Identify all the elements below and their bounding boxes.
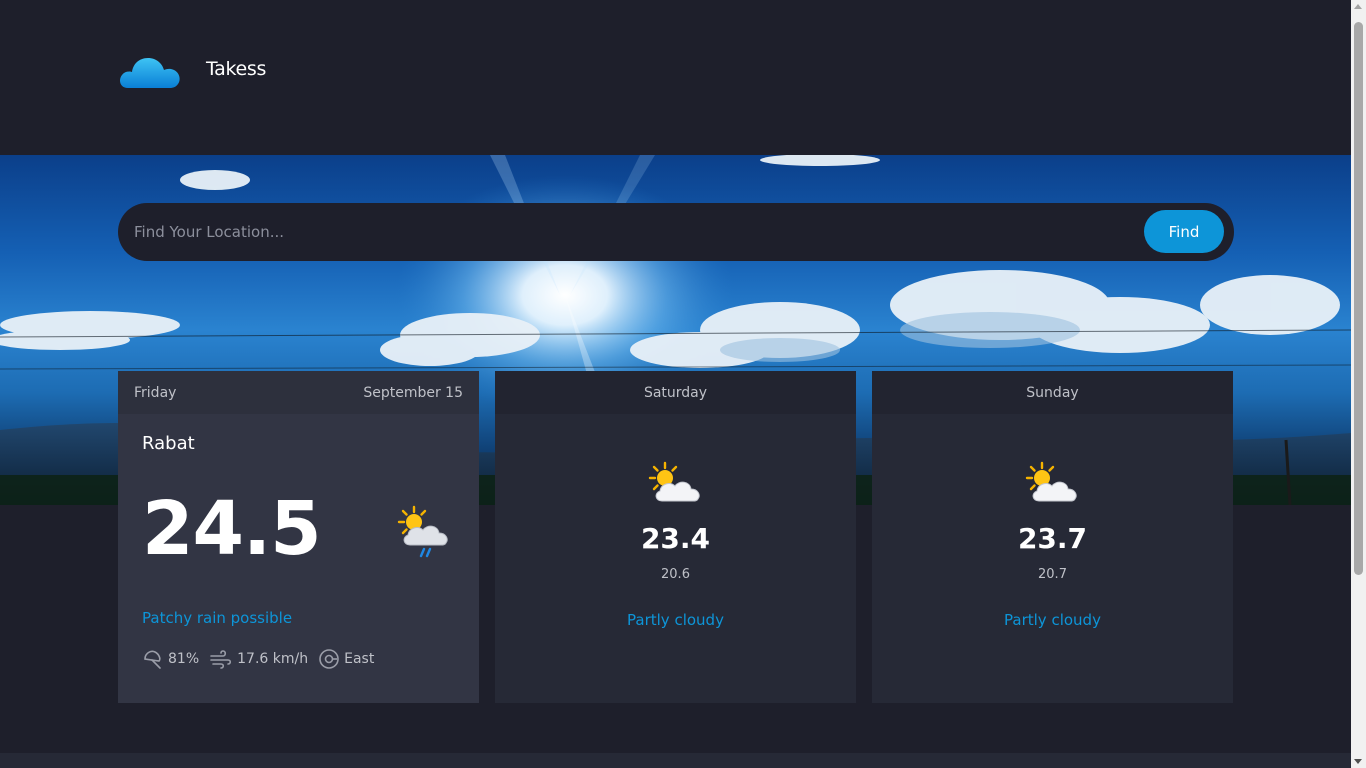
- search-input[interactable]: [134, 221, 1114, 243]
- sun-cloud-rain-icon: [397, 505, 448, 558]
- wind-direction-stat: East: [318, 648, 374, 670]
- today-stats: 81% 17.6 km/h East: [142, 648, 384, 670]
- today-card: Friday September 15 Rabat 24.5 Patchy ra…: [118, 371, 479, 703]
- humidity-stat: 81%: [142, 648, 199, 670]
- page-scrollbar[interactable]: [1351, 0, 1366, 768]
- forecast-card-header: Saturday: [495, 371, 856, 414]
- partly-cloudy-icon: [1025, 461, 1077, 502]
- forecast-max-temp: 23.4: [640, 522, 711, 555]
- forecast-min-temp: 20.6: [661, 567, 690, 582]
- wind-speed-value: 17.6 km/h: [237, 651, 309, 667]
- scroll-down-arrow-icon[interactable]: [1354, 759, 1362, 764]
- forecast-card-header: Sunday: [872, 371, 1233, 414]
- city-name: Rabat: [142, 433, 195, 454]
- wind-icon: [210, 650, 232, 669]
- compass-icon: [319, 649, 339, 669]
- forecast-day: Sunday: [1026, 384, 1079, 401]
- footer: [0, 753, 1351, 768]
- cloud-icon[interactable]: [118, 50, 182, 90]
- wind-speed-stat: 17.6 km/h: [209, 648, 308, 670]
- humidity-value: 81%: [168, 651, 200, 667]
- scroll-up-arrow-icon[interactable]: [1354, 4, 1362, 9]
- today-condition: Patchy rain possible: [142, 609, 293, 627]
- today-date: September 15: [363, 384, 463, 401]
- header: Takess: [0, 0, 1351, 155]
- find-button[interactable]: Find: [1144, 210, 1224, 253]
- forecast-card: Saturday 23.4 20.6 Partly cloudy: [495, 371, 856, 703]
- forecast-condition: Partly cloudy: [1004, 611, 1101, 629]
- today-day: Friday: [134, 384, 177, 401]
- umbrella-icon: [144, 650, 161, 669]
- app-name: Takess: [206, 58, 267, 80]
- forecast-max-temp: 23.7: [1017, 522, 1088, 555]
- wind-direction-value: East: [344, 651, 375, 667]
- forecast-condition: Partly cloudy: [627, 611, 724, 629]
- today-card-header: Friday September 15: [118, 371, 479, 414]
- forecast-card: Sunday 23.7 20.7 Partly cloudy: [872, 371, 1233, 703]
- current-temperature: 24.5: [142, 486, 322, 572]
- partly-cloudy-icon: [648, 461, 700, 502]
- search-bar: Find: [118, 203, 1234, 261]
- forecast-day: Saturday: [643, 384, 708, 401]
- scroll-thumb[interactable]: [1354, 22, 1363, 575]
- forecast-min-temp: 20.7: [1038, 567, 1067, 582]
